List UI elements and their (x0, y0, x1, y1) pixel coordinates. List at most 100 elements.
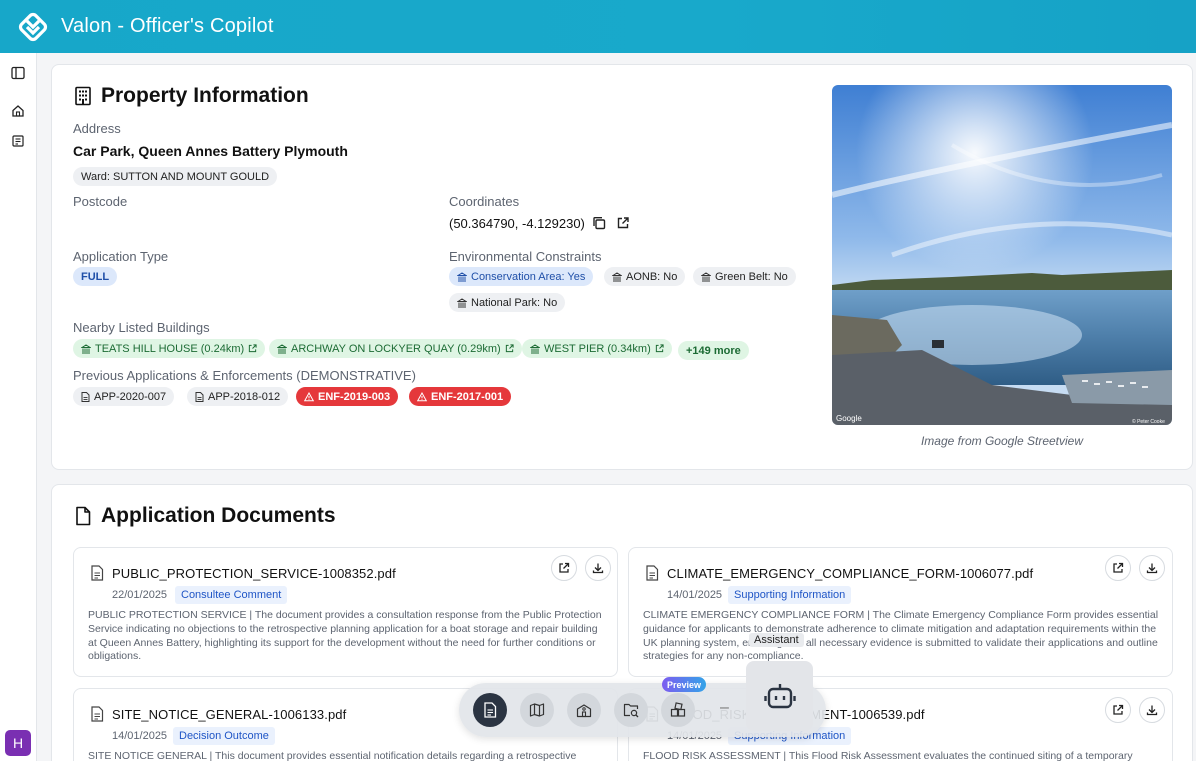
landmark-icon (701, 271, 711, 281)
assistant-tooltip: Assistant (749, 633, 804, 647)
external-link-icon (559, 562, 570, 573)
download-icon (1146, 705, 1158, 716)
previous-application-chip[interactable]: APP-2020-007 (73, 387, 175, 406)
address-value: Car Park, Queen Annes Battery Plymouth (73, 143, 348, 159)
map-icon (529, 703, 545, 717)
document-date: 22/01/2025 (112, 589, 168, 601)
applications-icon[interactable] (10, 133, 26, 149)
listed-buildings-more-chip[interactable]: +149 more (678, 341, 749, 360)
enforcement-chip[interactable]: ENF-2017-001 (409, 387, 512, 406)
download-icon (1146, 563, 1158, 574)
address-label: Address (73, 121, 121, 136)
dock-divider: – (720, 699, 729, 716)
external-link-icon (655, 344, 664, 353)
user-avatar[interactable]: H (5, 730, 31, 756)
coordinates-label: Coordinates (449, 194, 520, 209)
preview-badge: Preview (662, 677, 707, 692)
landmark-icon (277, 343, 287, 353)
previous-application-chip[interactable]: APP-2018-012 (187, 387, 289, 406)
document-description: CLIMATE EMERGENCY COMPLIANCE FORM | The … (643, 609, 1159, 663)
dock-buildings-button[interactable] (567, 693, 601, 727)
download-document-button[interactable] (1139, 697, 1165, 723)
file-icon (76, 506, 91, 526)
document-category-tag: Supporting Information (728, 586, 852, 604)
ward-badge: Ward: SUTTON AND MOUNT GOULD (73, 167, 278, 186)
building-icon (75, 86, 91, 106)
conservation-area-badge: Conservation Area: Yes (449, 267, 594, 286)
external-link-icon (1113, 704, 1124, 715)
dock-search-files-button[interactable] (614, 693, 648, 727)
document-description: FLOOD RISK ASSESSMENT | This Flood Risk … (643, 750, 1133, 761)
document-icon (195, 391, 204, 402)
enforcement-chip[interactable]: ENF-2019-003 (296, 387, 399, 406)
open-document-button[interactable] (1105, 697, 1131, 723)
landmark-icon (457, 297, 467, 307)
open-map-icon[interactable] (616, 216, 630, 235)
previous-applications-label: Previous Applications & Enforcements (DE… (73, 368, 416, 383)
external-link-icon (249, 344, 257, 353)
postcode-label: Postcode (73, 194, 128, 209)
document-description: SITE NOTICE GENERAL | This document prov… (88, 750, 577, 761)
file-text-icon (646, 565, 659, 581)
valon-logo-icon[interactable] (16, 10, 50, 44)
google-watermark: Google (836, 414, 862, 423)
open-document-button[interactable] (551, 555, 577, 581)
open-document-button[interactable] (1105, 555, 1131, 581)
document-title[interactable]: CLIMATE_EMERGENCY_COMPLIANCE_FORM-100607… (667, 566, 1033, 581)
listed-building-chip[interactable]: TEATS HILL HOUSE (0.24km) (73, 339, 266, 358)
streetview-image: Google © Peter Cooke (832, 85, 1172, 425)
copy-icon[interactable] (592, 216, 606, 235)
sidebar: H (0, 53, 37, 761)
landmark-icon (612, 271, 622, 281)
document-title[interactable]: PUBLIC_PROTECTION_SERVICE-1008352.pdf (112, 566, 396, 581)
landmark-icon (457, 271, 467, 281)
document-date: 14/01/2025 (667, 589, 723, 601)
document-icon (81, 391, 90, 402)
document-title[interactable]: SITE_NOTICE_GENERAL-1006133.pdf (112, 707, 346, 722)
bot-icon (763, 684, 796, 709)
download-document-button[interactable] (1139, 555, 1165, 581)
warning-icon (304, 391, 314, 401)
external-link-icon (1113, 562, 1124, 573)
sidebar-toggle-icon[interactable] (10, 65, 26, 81)
floating-dock: Preview – (459, 661, 826, 737)
external-link-icon (505, 344, 514, 353)
layout-grid-icon (670, 702, 686, 717)
application-documents-heading: Application Documents (74, 504, 336, 528)
coordinates-value: (50.364790, -4.129230) (449, 216, 585, 231)
image-caption: Image from Google Streetview (920, 434, 1084, 448)
dock-widgets-button[interactable] (661, 693, 695, 727)
document-icon (484, 702, 497, 718)
file-text-icon (91, 565, 104, 581)
landmark-icon (81, 343, 91, 353)
national-park-badge: National Park: No (449, 293, 566, 312)
document-card[interactable]: PUBLIC_PROTECTION_SERVICE-1008352.pdf 22… (73, 547, 618, 677)
aonb-badge: AONB: No (604, 267, 686, 286)
application-type-label: Application Type (73, 249, 169, 264)
school-building-icon (576, 704, 592, 718)
folder-search-icon (623, 703, 639, 718)
landmark-icon (530, 343, 540, 353)
nearby-listed-buildings-label: Nearby Listed Buildings (73, 320, 210, 335)
property-information-heading: Property Information (74, 84, 309, 108)
dock-map-button[interactable] (520, 693, 554, 727)
dock-documents-button[interactable] (473, 693, 507, 727)
top-bar: Valon - Officer's Copilot (0, 0, 1196, 53)
environmental-constraints-label: Environmental Constraints (449, 249, 602, 264)
document-category-tag: Consultee Comment (175, 586, 288, 604)
photo-credit: © Peter Cooke (1132, 418, 1165, 425)
application-type-badge: FULL (73, 267, 118, 286)
document-description: PUBLIC PROTECTION SERVICE | The document… (88, 609, 602, 663)
listed-building-chip[interactable]: WEST PIER (0.34km) (522, 339, 672, 358)
download-icon (592, 563, 604, 574)
file-text-icon (91, 706, 104, 722)
assistant-bot-button[interactable] (746, 661, 813, 731)
listed-building-chip[interactable]: ARCHWAY ON LOCKYER QUAY (0.29km) (269, 339, 522, 358)
document-date: 14/01/2025 (112, 730, 168, 742)
app-title: Valon - Officer's Copilot (61, 15, 274, 37)
download-document-button[interactable] (585, 555, 611, 581)
document-category-tag: Decision Outcome (173, 727, 275, 745)
document-card[interactable]: CLIMATE_EMERGENCY_COMPLIANCE_FORM-100607… (628, 547, 1173, 677)
home-icon[interactable] (10, 103, 26, 119)
green-belt-badge: Green Belt: No (693, 267, 796, 286)
